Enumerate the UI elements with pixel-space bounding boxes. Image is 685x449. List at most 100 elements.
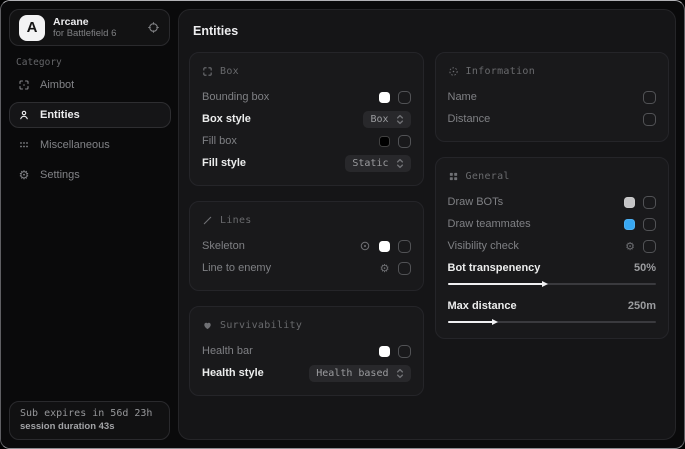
setting-label: Fill box bbox=[202, 135, 237, 147]
dropdown-value: Static bbox=[352, 158, 388, 169]
dropdown-value: Health based bbox=[316, 368, 388, 379]
settings-columns: Box Bounding box Box style Box bbox=[189, 52, 669, 396]
brand-card: A Arcane for Battlefield 6 bbox=[9, 9, 170, 46]
row-draw-teammates: Draw teammates bbox=[448, 213, 657, 235]
session-duration-text: session duration 43s bbox=[20, 421, 159, 432]
setting-label: Health style bbox=[202, 367, 264, 379]
info-scan-icon bbox=[448, 66, 459, 77]
subscription-card: Sub expires in 56d 23h session duration … bbox=[9, 401, 170, 440]
crosshair-icon bbox=[17, 79, 31, 91]
target-icon[interactable] bbox=[359, 240, 371, 252]
fill-box-checkbox[interactable] bbox=[398, 135, 411, 148]
card-title: Information bbox=[466, 66, 536, 77]
sidebar-item-settings[interactable]: ⚙ Settings bbox=[9, 162, 171, 188]
row-distance: Distance bbox=[448, 108, 657, 130]
gear-icon[interactable]: ⚙ bbox=[625, 241, 635, 252]
row-box-style: Box style Box bbox=[202, 108, 411, 130]
dropdown-value: Box bbox=[370, 114, 388, 125]
card-title: Lines bbox=[220, 215, 252, 226]
app-window: A Arcane for Battlefield 6 Category bbox=[0, 0, 685, 449]
heart-icon bbox=[202, 320, 213, 331]
color-swatch[interactable] bbox=[624, 219, 635, 230]
card-lines: Lines Skeleton Line to enemy bbox=[189, 201, 424, 291]
setting-label: Fill style bbox=[202, 157, 246, 169]
card-title: Box bbox=[220, 66, 239, 77]
slider-value: 250m bbox=[628, 300, 656, 312]
sidebar-item-aimbot[interactable]: Aimbot bbox=[9, 72, 171, 98]
row-fill-box: Fill box bbox=[202, 130, 411, 152]
layout-grid-icon bbox=[448, 171, 459, 182]
row-fill-style: Fill style Static bbox=[202, 152, 411, 174]
line-to-enemy-checkbox[interactable] bbox=[398, 262, 411, 275]
row-draw-bots: Draw BOTs bbox=[448, 191, 657, 213]
bounding-box-checkbox[interactable] bbox=[398, 91, 411, 104]
sidebar-item-entities[interactable]: Entities bbox=[9, 102, 171, 128]
nav-label: Settings bbox=[40, 169, 80, 181]
brand-name: Arcane bbox=[53, 16, 116, 28]
color-swatch[interactable] bbox=[624, 197, 635, 208]
nav-label: Aimbot bbox=[40, 79, 74, 91]
box-style-dropdown[interactable]: Box bbox=[363, 111, 410, 128]
card-lines-header: Lines bbox=[202, 211, 411, 229]
row-line-to-enemy: Line to enemy ⚙ bbox=[202, 257, 411, 279]
chevron-updown-icon bbox=[396, 158, 404, 169]
row-skeleton: Skeleton bbox=[202, 235, 411, 257]
card-general: General Draw BOTs Draw teammates bbox=[435, 157, 670, 339]
page-title: Entities bbox=[193, 24, 669, 38]
card-title: Survivability bbox=[220, 320, 302, 331]
setting-label: Max distance bbox=[448, 300, 517, 312]
color-swatch[interactable] bbox=[379, 92, 390, 103]
row-bounding-box: Bounding box bbox=[202, 86, 411, 108]
setting-label: Distance bbox=[448, 113, 491, 125]
slider-value: 50% bbox=[634, 262, 656, 274]
health-bar-checkbox[interactable] bbox=[398, 345, 411, 358]
nav-label: Entities bbox=[40, 109, 80, 121]
brand-logo: A bbox=[19, 15, 45, 41]
setting-label: Bot transpenency bbox=[448, 262, 541, 274]
draw-bots-checkbox[interactable] bbox=[643, 196, 656, 209]
chevron-updown-icon bbox=[396, 114, 404, 125]
grid-icon bbox=[17, 139, 31, 151]
skeleton-checkbox[interactable] bbox=[398, 240, 411, 253]
sidebar-nav: Aimbot Entities Miscellaneous bbox=[9, 72, 171, 192]
card-survivability: Survivability Health bar Health style He… bbox=[189, 306, 424, 396]
sidebar: A Arcane for Battlefield 6 Category bbox=[1, 1, 178, 448]
setting-label: Box style bbox=[202, 113, 251, 125]
color-swatch[interactable] bbox=[379, 346, 390, 357]
setting-label: Draw BOTs bbox=[448, 196, 504, 208]
card-information: Information Name Distance bbox=[435, 52, 670, 142]
gear-icon[interactable]: ⚙ bbox=[380, 263, 390, 274]
sidebar-item-miscellaneous[interactable]: Miscellaneous bbox=[9, 132, 171, 158]
bot-transparency-slider[interactable] bbox=[448, 283, 657, 285]
row-max-distance: Max distance 250m bbox=[448, 295, 657, 317]
name-checkbox[interactable] bbox=[643, 91, 656, 104]
visibility-check-checkbox[interactable] bbox=[643, 240, 656, 253]
max-distance-slider[interactable] bbox=[448, 321, 657, 323]
box-brackets-icon bbox=[202, 66, 213, 77]
brand-subtitle: for Battlefield 6 bbox=[53, 28, 116, 39]
crosshair-icon[interactable] bbox=[147, 21, 160, 34]
distance-checkbox[interactable] bbox=[643, 113, 656, 126]
draw-teammates-checkbox[interactable] bbox=[643, 218, 656, 231]
right-column: Information Name Distance bbox=[435, 52, 670, 396]
left-column: Box Bounding box Box style Box bbox=[189, 52, 424, 396]
row-bot-transparency: Bot transpenency 50% bbox=[448, 257, 657, 279]
health-style-dropdown[interactable]: Health based bbox=[309, 365, 410, 382]
setting-label: Bounding box bbox=[202, 91, 269, 103]
card-information-header: Information bbox=[448, 62, 657, 80]
setting-label: Name bbox=[448, 91, 477, 103]
person-icon bbox=[17, 109, 31, 121]
row-visibility-check: Visibility check ⚙ bbox=[448, 235, 657, 257]
fill-style-dropdown[interactable]: Static bbox=[345, 155, 410, 172]
setting-label: Line to enemy bbox=[202, 262, 271, 274]
main-panel: Entities Box Bounding box bbox=[178, 9, 676, 440]
color-swatch[interactable] bbox=[379, 136, 390, 147]
card-survivability-header: Survivability bbox=[202, 316, 411, 334]
nav-label: Miscellaneous bbox=[40, 139, 110, 151]
card-box-header: Box bbox=[202, 62, 411, 80]
gear-icon: ⚙ bbox=[17, 169, 31, 181]
setting-label: Skeleton bbox=[202, 240, 245, 252]
sub-expires-text: Sub expires in 56d 23h bbox=[20, 408, 159, 419]
color-swatch[interactable] bbox=[379, 241, 390, 252]
setting-label: Health bar bbox=[202, 345, 253, 357]
